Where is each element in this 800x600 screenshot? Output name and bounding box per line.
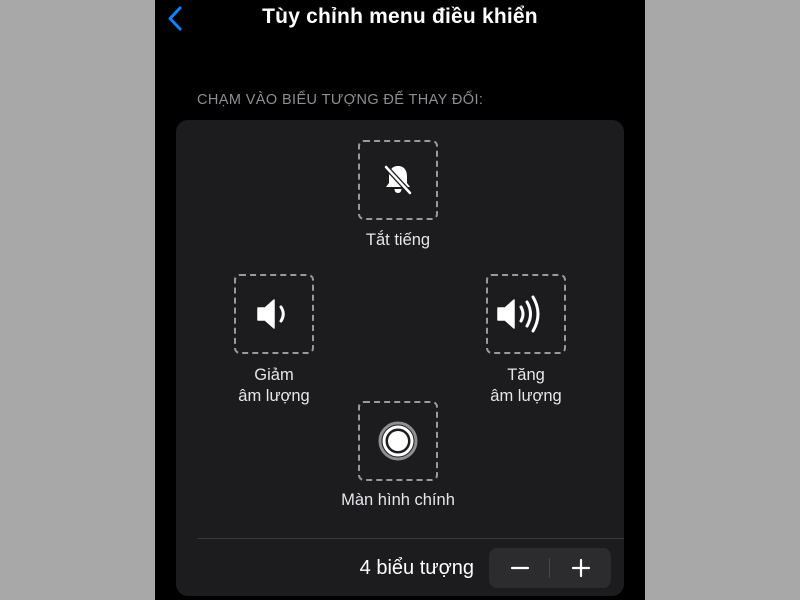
increment-button[interactable] [550,548,611,588]
section-header: CHẠM VÀO BIỂU TƯỢNG ĐỂ THAY ĐỔI: [197,92,484,108]
home-button-icon [378,421,418,461]
volume-down-label: Giảm âm lượng [214,365,334,407]
icon-count-stepper [489,548,611,588]
mute-label: Tắt tiếng [365,231,431,249]
decrement-button[interactable] [489,548,550,588]
volume-up-tile[interactable] [486,274,566,354]
minus-icon [510,566,529,570]
plus-icon [571,558,590,578]
volume-down-label-line2: âm lượng [238,387,310,405]
volume-up-label-line2: âm lượng [490,387,562,405]
volume-down-label-line1: Giảm [254,366,294,384]
navigation-bar: Tùy chỉnh menu điều khiển [155,0,645,40]
control-menu-card: Tắt tiếng Giảm âm lượng Tăng âm lượng Mà… [176,120,624,596]
volume-up-label-line1: Tăng [507,366,545,384]
divider [197,538,624,539]
mute-tile[interactable] [358,140,438,220]
volume-up-label: Tăng âm lượng [466,365,586,407]
home-label: Màn hình chính [341,491,455,509]
home-tile[interactable] [358,401,438,481]
phone-screen: Tùy chỉnh menu điều khiển CHẠM VÀO BIỂU … [155,0,645,600]
volume-down-tile[interactable] [234,274,314,354]
icon-count-label: 4 biểu tượng [359,557,474,579]
bell-slash-icon [383,164,413,196]
page-title: Tùy chỉnh menu điều khiển [262,5,538,28]
speaker-low-icon [257,299,285,329]
speaker-high-icon [497,295,540,333]
